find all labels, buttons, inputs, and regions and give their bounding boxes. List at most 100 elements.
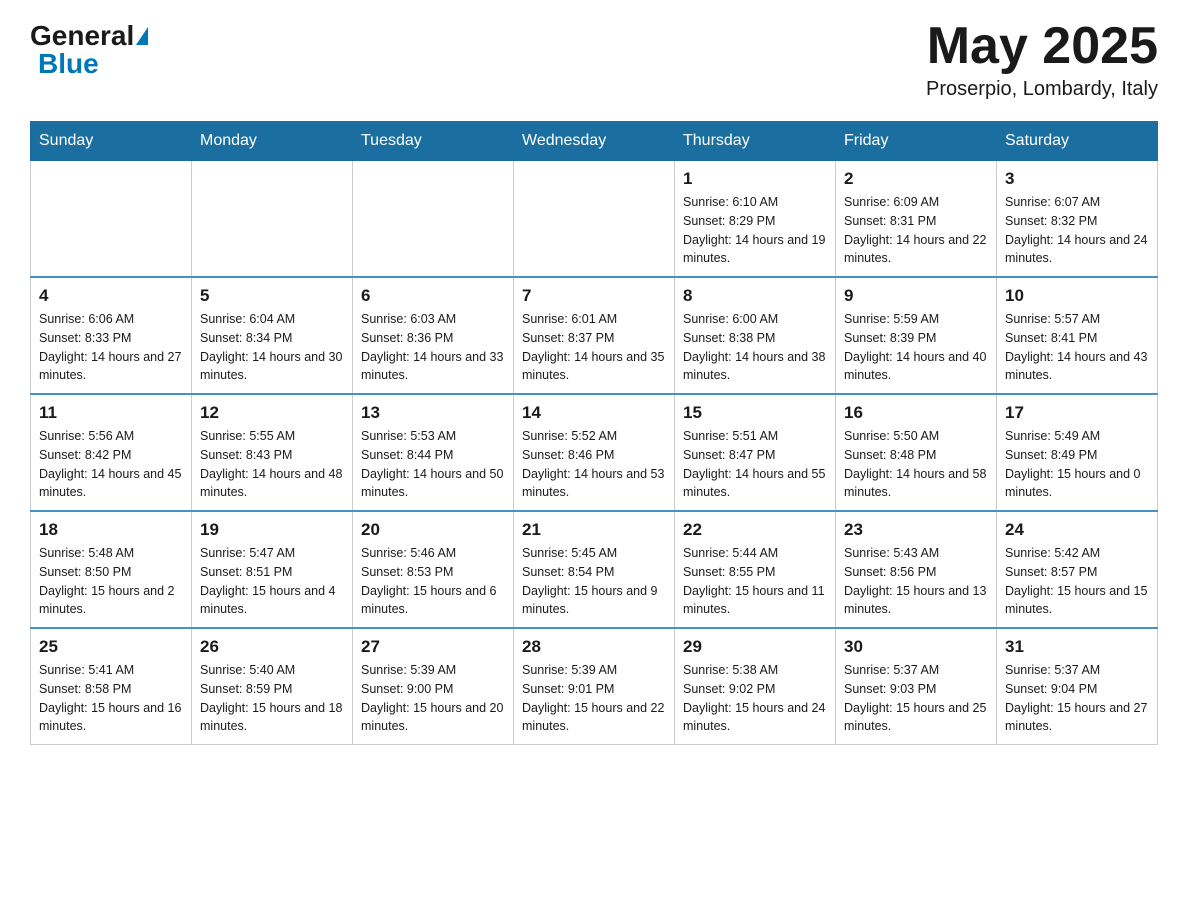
day-of-week-header: Wednesday xyxy=(514,122,675,161)
calendar-cell xyxy=(31,161,192,278)
day-number: 23 xyxy=(844,520,988,540)
calendar-cell: 10 Sunrise: 5:57 AMSunset: 8:41 PMDayligh… xyxy=(997,277,1158,394)
day-info: Sunrise: 5:51 AMSunset: 8:47 PMDaylight:… xyxy=(683,427,827,502)
day-info: Sunrise: 5:59 AMSunset: 8:39 PMDaylight:… xyxy=(844,310,988,385)
day-info: Sunrise: 5:39 AMSunset: 9:00 PMDaylight:… xyxy=(361,661,505,736)
calendar-cell: 21 Sunrise: 5:45 AMSunset: 8:54 PMDayligh… xyxy=(514,511,675,628)
day-number: 5 xyxy=(200,286,344,306)
calendar-cell: 8Sunrise: 6:00 AMSunset: 8:38 PMDaylight… xyxy=(675,277,836,394)
calendar-cell: 24 Sunrise: 5:42 AMSunset: 8:57 PMDayligh… xyxy=(997,511,1158,628)
day-info: Sunrise: 5:38 AMSunset: 9:02 PMDaylight:… xyxy=(683,661,827,736)
month-title: May 2025 xyxy=(926,20,1158,72)
calendar-cell: 3Sunrise: 6:07 AMSunset: 8:32 PMDaylight… xyxy=(997,161,1158,278)
calendar-cell: 17Sunrise: 5:49 AMSunset: 8:49 PMDayligh… xyxy=(997,394,1158,511)
day-of-week-header: Saturday xyxy=(997,122,1158,161)
calendar-cell: 20 Sunrise: 5:46 AMSunset: 8:53 PMDayligh… xyxy=(353,511,514,628)
day-info: Sunrise: 5:56 AMSunset: 8:42 PMDaylight:… xyxy=(39,427,183,502)
day-info: Sunrise: 6:06 AMSunset: 8:33 PMDaylight:… xyxy=(39,310,183,385)
day-number: 26 xyxy=(200,637,344,657)
calendar-week-row: 4 Sunrise: 6:06 AMSunset: 8:33 PMDaylight… xyxy=(31,277,1158,394)
day-number: 6 xyxy=(361,286,505,306)
day-info: Sunrise: 5:45 AMSunset: 8:54 PMDaylight:… xyxy=(522,544,666,619)
calendar-cell: 16Sunrise: 5:50 AMSunset: 8:48 PMDayligh… xyxy=(836,394,997,511)
day-number: 13 xyxy=(361,403,505,423)
day-info: Sunrise: 5:42 AMSunset: 8:57 PMDaylight:… xyxy=(1005,544,1149,619)
calendar-cell: 11 Sunrise: 5:56 AMSunset: 8:42 PMDayligh… xyxy=(31,394,192,511)
day-number: 21 xyxy=(522,520,666,540)
page-header: General Blue May 2025 Proserpio, Lombard… xyxy=(30,20,1158,101)
day-info: Sunrise: 5:55 AMSunset: 8:43 PMDaylight:… xyxy=(200,427,344,502)
day-info: Sunrise: 5:52 AMSunset: 8:46 PMDaylight:… xyxy=(522,427,666,502)
day-info: Sunrise: 5:43 AMSunset: 8:56 PMDaylight:… xyxy=(844,544,988,619)
day-number: 3 xyxy=(1005,169,1149,189)
day-info: Sunrise: 6:10 AMSunset: 8:29 PMDaylight:… xyxy=(683,193,827,268)
day-number: 27 xyxy=(361,637,505,657)
day-of-week-header: Thursday xyxy=(675,122,836,161)
day-info: Sunrise: 6:01 AMSunset: 8:37 PMDaylight:… xyxy=(522,310,666,385)
calendar-cell: 30 Sunrise: 5:37 AMSunset: 9:03 PMDayligh… xyxy=(836,628,997,745)
day-number: 30 xyxy=(844,637,988,657)
day-info: Sunrise: 6:09 AMSunset: 8:31 PMDaylight:… xyxy=(844,193,988,268)
calendar-cell xyxy=(353,161,514,278)
day-number: 22 xyxy=(683,520,827,540)
day-number: 18 xyxy=(39,520,183,540)
day-info: Sunrise: 5:37 AMSunset: 9:03 PMDaylight:… xyxy=(844,661,988,736)
calendar-cell xyxy=(192,161,353,278)
day-number: 31 xyxy=(1005,637,1149,657)
day-info: Sunrise: 6:04 AMSunset: 8:34 PMDaylight:… xyxy=(200,310,344,385)
day-number: 28 xyxy=(522,637,666,657)
day-info: Sunrise: 5:53 AMSunset: 8:44 PMDaylight:… xyxy=(361,427,505,502)
calendar-cell: 25 Sunrise: 5:41 AMSunset: 8:58 PMDayligh… xyxy=(31,628,192,745)
calendar-cell: 7 Sunrise: 6:01 AMSunset: 8:37 PMDaylight… xyxy=(514,277,675,394)
calendar-week-row: 11 Sunrise: 5:56 AMSunset: 8:42 PMDayligh… xyxy=(31,394,1158,511)
calendar-cell: 14 Sunrise: 5:52 AMSunset: 8:46 PMDayligh… xyxy=(514,394,675,511)
title-block: May 2025 Proserpio, Lombardy, Italy xyxy=(926,20,1158,101)
calendar-cell: 9 Sunrise: 5:59 AMSunset: 8:39 PMDaylight… xyxy=(836,277,997,394)
day-number: 10 xyxy=(1005,286,1149,306)
calendar-cell: 2Sunrise: 6:09 AMSunset: 8:31 PMDaylight… xyxy=(836,161,997,278)
logo-triangle-icon xyxy=(136,27,148,45)
day-number: 8 xyxy=(683,286,827,306)
day-number: 14 xyxy=(522,403,666,423)
day-number: 11 xyxy=(39,403,183,423)
day-of-week-header: Tuesday xyxy=(353,122,514,161)
day-number: 12 xyxy=(200,403,344,423)
calendar-cell: 13 Sunrise: 5:53 AMSunset: 8:44 PMDayligh… xyxy=(353,394,514,511)
day-of-week-header: Monday xyxy=(192,122,353,161)
day-info: Sunrise: 5:48 AMSunset: 8:50 PMDaylight:… xyxy=(39,544,183,619)
calendar-cell: 1 Sunrise: 6:10 AMSunset: 8:29 PMDaylight… xyxy=(675,161,836,278)
location: Proserpio, Lombardy, Italy xyxy=(926,78,1158,101)
day-info: Sunrise: 5:40 AMSunset: 8:59 PMDaylight:… xyxy=(200,661,344,736)
day-number: 15 xyxy=(683,403,827,423)
day-info: Sunrise: 5:44 AMSunset: 8:55 PMDaylight:… xyxy=(683,544,827,619)
day-number: 17 xyxy=(1005,403,1149,423)
calendar-header-row: SundayMondayTuesdayWednesdayThursdayFrid… xyxy=(31,122,1158,161)
calendar-cell: 22 Sunrise: 5:44 AMSunset: 8:55 PMDayligh… xyxy=(675,511,836,628)
day-info: Sunrise: 5:57 AMSunset: 8:41 PMDaylight:… xyxy=(1005,310,1149,385)
calendar-cell: 29Sunrise: 5:38 AMSunset: 9:02 PMDayligh… xyxy=(675,628,836,745)
calendar-cell xyxy=(514,161,675,278)
day-number: 20 xyxy=(361,520,505,540)
day-number: 1 xyxy=(683,169,827,189)
day-number: 19 xyxy=(200,520,344,540)
calendar-cell: 19Sunrise: 5:47 AMSunset: 8:51 PMDayligh… xyxy=(192,511,353,628)
day-number: 9 xyxy=(844,286,988,306)
calendar-cell: 18 Sunrise: 5:48 AMSunset: 8:50 PMDayligh… xyxy=(31,511,192,628)
calendar-week-row: 18 Sunrise: 5:48 AMSunset: 8:50 PMDayligh… xyxy=(31,511,1158,628)
day-of-week-header: Sunday xyxy=(31,122,192,161)
day-number: 4 xyxy=(39,286,183,306)
calendar-week-row: 1 Sunrise: 6:10 AMSunset: 8:29 PMDaylight… xyxy=(31,161,1158,278)
day-info: Sunrise: 5:37 AMSunset: 9:04 PMDaylight:… xyxy=(1005,661,1149,736)
calendar-week-row: 25 Sunrise: 5:41 AMSunset: 8:58 PMDayligh… xyxy=(31,628,1158,745)
calendar-cell: 27 Sunrise: 5:39 AMSunset: 9:00 PMDayligh… xyxy=(353,628,514,745)
day-info: Sunrise: 6:03 AMSunset: 8:36 PMDaylight:… xyxy=(361,310,505,385)
day-info: Sunrise: 5:46 AMSunset: 8:53 PMDaylight:… xyxy=(361,544,505,619)
day-info: Sunrise: 5:41 AMSunset: 8:58 PMDaylight:… xyxy=(39,661,183,736)
calendar-cell: 4 Sunrise: 6:06 AMSunset: 8:33 PMDaylight… xyxy=(31,277,192,394)
day-number: 25 xyxy=(39,637,183,657)
day-info: Sunrise: 5:39 AMSunset: 9:01 PMDaylight:… xyxy=(522,661,666,736)
logo: General Blue xyxy=(30,20,148,80)
day-number: 7 xyxy=(522,286,666,306)
calendar-table: SundayMondayTuesdayWednesdayThursdayFrid… xyxy=(30,121,1158,745)
day-number: 24 xyxy=(1005,520,1149,540)
